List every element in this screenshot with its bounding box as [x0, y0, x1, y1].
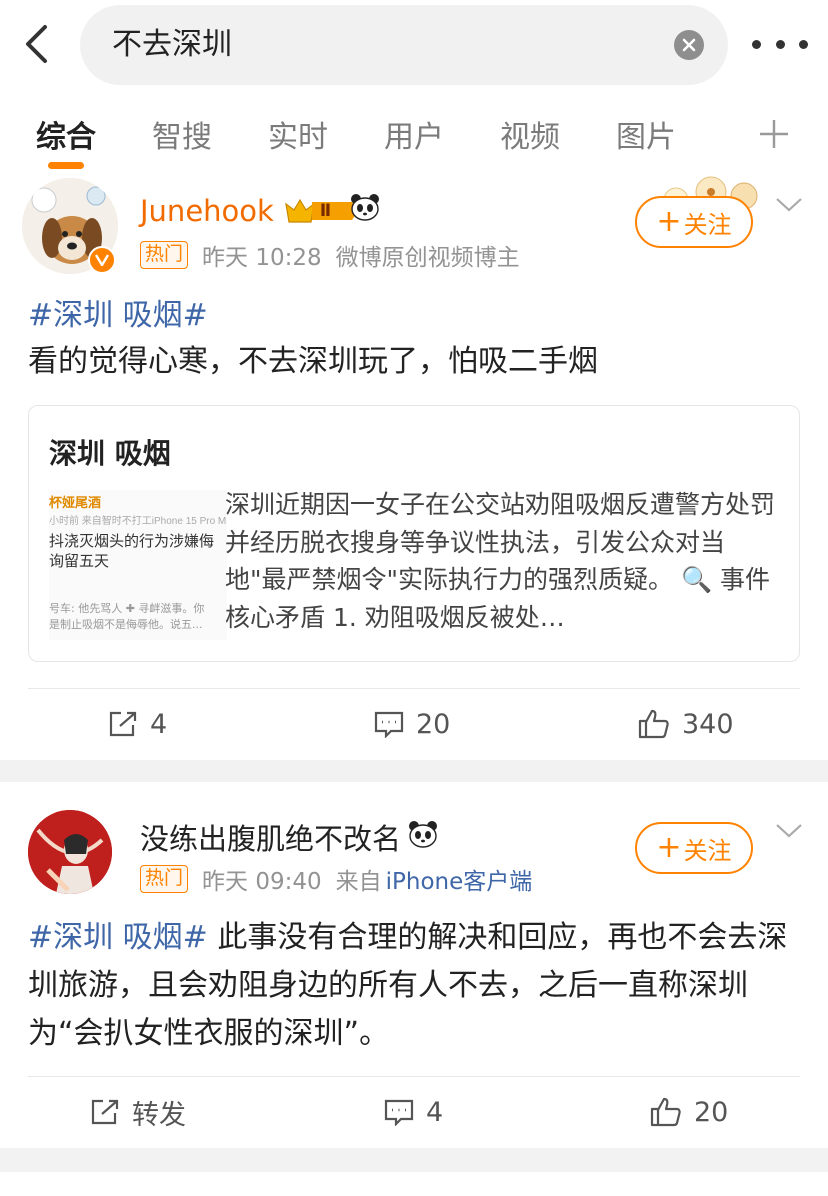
hot-tag: 热门	[140, 865, 189, 893]
thumb-username: 杯娅尾酒	[49, 495, 102, 510]
repost-button[interactable]: 4	[108, 694, 167, 754]
follow-label: 关注	[683, 836, 732, 865]
more-options-icon[interactable]	[752, 26, 808, 62]
hashtag-link[interactable]: #深圳 吸烟#	[28, 298, 208, 333]
tab-users[interactable]: 用户	[384, 112, 444, 156]
active-tab-indicator	[48, 162, 84, 169]
like-button[interactable]: 340	[638, 694, 734, 754]
card-title: 深圳 吸烟	[49, 437, 171, 470]
post-text: 看的觉得心寒，不去深圳玩了，怕吸二手烟	[28, 344, 598, 379]
comment-icon	[384, 1099, 414, 1126]
username-text: 没练出腹肌绝不改名	[140, 822, 402, 856]
panda-icon	[349, 192, 381, 229]
post-source-prefix: 来自	[335, 869, 382, 895]
search-header: 不去深圳	[0, 0, 828, 90]
like-button[interactable]: 20	[650, 1082, 728, 1142]
thumbs-up-icon	[638, 709, 669, 739]
next-post-edge	[0, 1172, 828, 1196]
thumbs-up-icon	[650, 1097, 681, 1127]
post-meta: 热门 昨天 10:28 微博原创视频博主	[140, 238, 520, 272]
hot-tag: 热门	[140, 241, 189, 269]
post-source-link[interactable]: iPhone客户端	[386, 862, 533, 896]
post-time: 昨天 10:28	[202, 245, 322, 271]
divider	[28, 688, 800, 689]
repost-count: 4	[150, 708, 168, 740]
comment-button[interactable]: 20	[374, 694, 450, 754]
username[interactable]: 没练出腹肌绝不改名	[140, 816, 439, 858]
search-input[interactable]: 不去深圳	[80, 5, 728, 85]
thumb-line: 号车: 他先骂人 ✚ 寻衅滋事。你	[49, 602, 205, 615]
repost-label: 转发	[132, 1099, 186, 1131]
post-hashtag-line: #深圳 吸烟#	[28, 292, 800, 340]
search-query: 不去深圳	[112, 27, 232, 62]
chevron-down-icon[interactable]	[775, 196, 807, 220]
repost-icon	[109, 711, 137, 737]
thumb-meta: 小时前 来自智时不打工iPhone 15 Pro M	[49, 516, 227, 527]
post-actions: 4 20 340	[0, 694, 828, 754]
chevron-down-icon[interactable]	[775, 822, 807, 846]
tab-images[interactable]: 图片	[616, 112, 676, 156]
search-tabs: 综合 智搜 实时 用户 视频 图片	[0, 100, 828, 169]
add-tab-icon[interactable]	[758, 118, 790, 150]
avatar[interactable]	[28, 810, 112, 894]
tab-videos[interactable]: 视频	[500, 112, 560, 156]
post-actions: 转发 4 20	[0, 1082, 828, 1142]
tab-comprehensive[interactable]: 综合	[36, 112, 96, 156]
comment-icon	[374, 711, 404, 738]
thumb-line: 是制止吸烟不是侮辱他。说五...	[49, 618, 203, 631]
username-text: Junehook	[140, 193, 274, 228]
back-arrow-icon[interactable]	[18, 22, 54, 66]
card-thumbnail: 杯娅尾酒 小时前 来自智时不打工iPhone 15 Pro M 抖浇灭烟头的行为…	[49, 490, 227, 640]
post-text: #深圳 吸烟# 此事没有合理的解决和回应，再也不会去深圳旅游，且会劝阻身边的所有…	[28, 914, 800, 1058]
post-separator	[0, 1148, 828, 1172]
post-time: 昨天 09:40	[202, 869, 322, 895]
comment-count: 4	[426, 1096, 444, 1128]
post-source: 微博原创视频博主	[335, 245, 520, 271]
card-summary: 深圳近期因一女子在公交站劝阻吸烟反遭警方处罚并经历脱衣搜身等争议性执法，引发公众…	[225, 490, 776, 632]
follow-label: 关注	[683, 210, 732, 239]
repost-icon	[91, 1099, 119, 1125]
verified-badge-icon	[88, 246, 116, 274]
thumb-line: 抖浇灭烟头的行为涉嫌侮	[49, 532, 215, 550]
like-count: 20	[694, 1096, 729, 1128]
post-meta: 热门 昨天 09:40 来自 iPhone客户端	[140, 862, 532, 896]
clear-search-icon[interactable]	[674, 30, 704, 60]
hashtag-link[interactable]: #深圳 吸烟#	[28, 920, 208, 955]
comment-count: 20	[416, 708, 451, 740]
post-separator	[0, 760, 828, 782]
tab-smart-search[interactable]: 智搜	[152, 112, 212, 156]
comment-button[interactable]: 4	[384, 1082, 443, 1142]
thumb-line: 询留五天	[49, 552, 110, 570]
topic-card[interactable]: 深圳 吸烟 杯娅尾酒 小时前 来自智时不打工iPhone 15 Pro M 抖浇…	[28, 405, 800, 662]
repost-button[interactable]: 转发	[90, 1082, 186, 1142]
follow-button[interactable]: + 关注	[635, 822, 753, 874]
like-count: 340	[682, 708, 734, 740]
level-badge: Ⅱ	[319, 200, 332, 221]
panda-icon	[407, 819, 439, 856]
username[interactable]: Junehook Ⅱ	[140, 192, 381, 229]
divider	[28, 1076, 800, 1077]
tab-realtime[interactable]: 实时	[268, 112, 328, 156]
follow-button[interactable]: + 关注	[635, 196, 753, 248]
